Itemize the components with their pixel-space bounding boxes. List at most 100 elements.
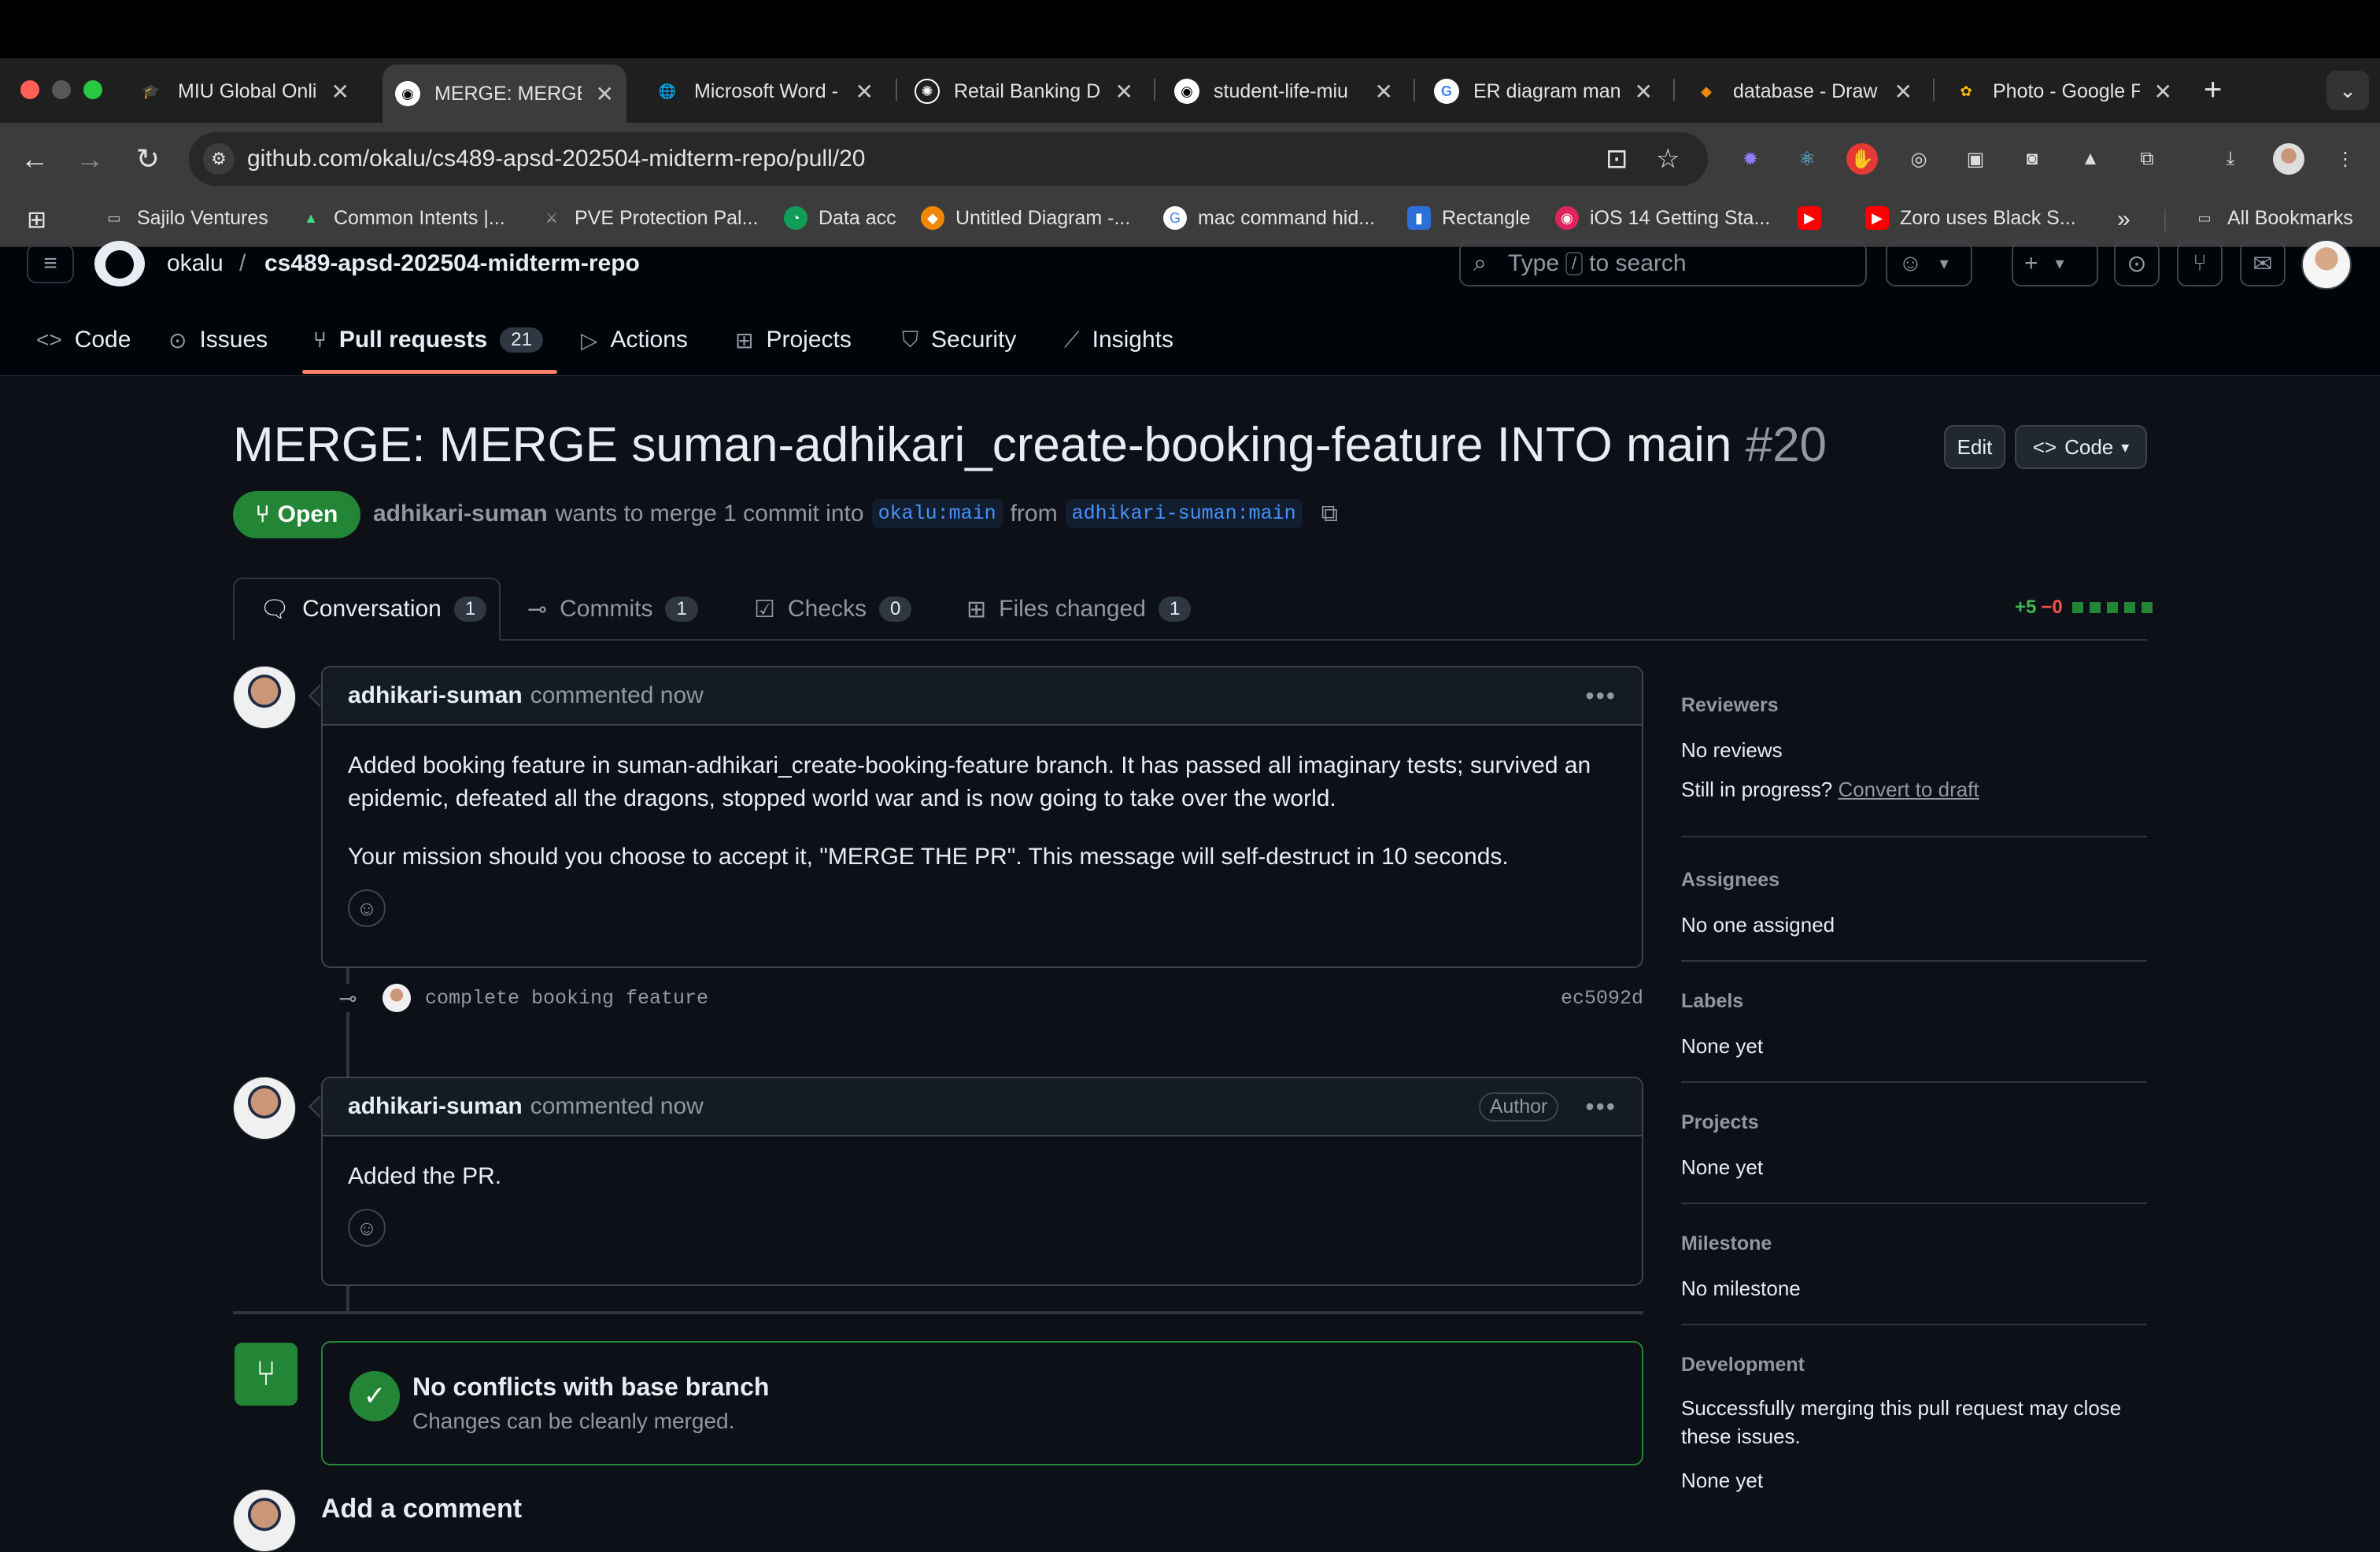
extension-target-icon[interactable]: ◎ <box>1903 143 1935 175</box>
user-avatar[interactable] <box>2301 239 2352 290</box>
close-tab-icon[interactable]: ✕ <box>2154 79 2172 105</box>
profile-avatar[interactable] <box>2273 143 2304 175</box>
github-search-input[interactable]: ⌕ Type / to search <box>1459 241 1867 286</box>
bookmark-item[interactable]: ⚔ PVE Protection Pal... <box>540 206 759 230</box>
download-icon[interactable]: ⤓ <box>2215 143 2246 175</box>
copy-icon[interactable]: ⧉ <box>1321 501 1338 527</box>
add-reaction-icon[interactable]: ☺ <box>348 1209 386 1247</box>
base-branch-link[interactable]: okalu:main <box>871 499 1003 528</box>
hamburger-menu-icon[interactable]: ≡ <box>27 244 74 283</box>
avatar[interactable] <box>233 666 296 729</box>
browser-tab[interactable]: ◉ student-life-miu ✕ <box>1162 69 1406 113</box>
add-reaction-icon[interactable]: ☺ <box>348 889 386 927</box>
create-new-button[interactable]: + ▾ <box>2012 241 2098 286</box>
bookmark-item[interactable]: ▭ Sajilo Ventures <box>102 206 268 230</box>
bookmark-item[interactable]: ▲ Common Intents |... <box>299 206 505 230</box>
browser-tab[interactable]: ◆ database - Draw ✕ <box>1681 69 1925 113</box>
all-bookmarks[interactable]: ▭ All Bookmarks <box>2193 206 2352 230</box>
close-tab-icon[interactable]: ✕ <box>856 79 874 105</box>
tab-commits[interactable]: ⊸ Commits 1 <box>527 578 698 641</box>
comment-author-link[interactable]: adhikari-suman <box>348 682 523 709</box>
close-window-button[interactable] <box>20 80 39 99</box>
comment-author-link[interactable]: adhikari-suman <box>348 1093 523 1120</box>
browser-tab[interactable]: 🎓 MIU Global Onlin ✕ <box>126 69 362 113</box>
extension-glasses-icon[interactable]: ◙ <box>2016 143 2048 175</box>
avatar[interactable] <box>233 1489 296 1552</box>
browser-tab[interactable]: ✺ Retail Banking D ✕ <box>902 69 1146 113</box>
bookmark-item[interactable]: ◉ iOS 14 Getting Sta... <box>1555 206 1770 230</box>
repo-owner-link[interactable]: okalu <box>167 250 224 277</box>
commit-message-link[interactable]: complete booking feature <box>425 987 708 1010</box>
inbox-icon-button[interactable]: ✉ <box>2240 241 2286 286</box>
repo-tab-code[interactable]: <> Code <box>36 315 131 365</box>
browser-menu-icon[interactable]: ⋮ <box>2330 143 2361 175</box>
new-tab-button[interactable]: + <box>2204 72 2222 108</box>
tab-conversation[interactable]: 🗨 Conversation 1 <box>233 578 501 641</box>
sidebar-heading[interactable]: Milestone <box>1681 1232 2147 1255</box>
extension-window-icon[interactable]: ▣ <box>1960 143 1991 175</box>
bookmark-item[interactable]: ◔ Data acc <box>784 206 896 230</box>
extension-gear-icon[interactable]: ✹ <box>1735 143 1766 175</box>
repo-tab-insights[interactable]: ⟋ Insights <box>1064 315 1173 365</box>
install-app-icon[interactable]: ⊡ <box>1606 143 1628 175</box>
url-text[interactable]: github.com/okalu/cs489-apsd-202504-midte… <box>247 146 865 172</box>
more-options-icon[interactable]: ••• <box>1585 682 1617 711</box>
tab-checks[interactable]: ☑ Checks 0 <box>754 578 912 641</box>
copilot-button[interactable]: ☺ ▾ <box>1886 241 1972 286</box>
comment-timestamp[interactable]: commented now <box>530 1093 704 1120</box>
more-bookmarks-icon[interactable]: » <box>2117 206 2131 233</box>
tab-files-changed[interactable]: ⊞ Files changed 1 <box>966 578 1192 641</box>
extension-shield-icon[interactable]: ▲ <box>2075 143 2106 175</box>
sidebar-heading[interactable]: Development <box>1681 1354 2147 1376</box>
close-tab-icon[interactable]: ✕ <box>596 81 614 107</box>
close-tab-icon[interactable]: ✕ <box>1894 79 1913 105</box>
bookmark-item[interactable]: Gmac command hid... <box>1163 206 1375 230</box>
convert-to-draft-link[interactable]: Convert to draft <box>1838 778 1979 801</box>
bookmark-item[interactable]: ▶ <box>1798 206 1821 230</box>
github-logo-icon[interactable] <box>94 241 145 286</box>
browser-tab-active[interactable]: ◉ MERGE: MERGE ✕ <box>382 65 626 123</box>
close-tab-icon[interactable]: ✕ <box>331 79 349 105</box>
diff-stat[interactable]: +5 −0 <box>2015 597 2154 619</box>
tab-search-button[interactable]: ⌄ <box>2326 71 2369 110</box>
pr-author-link[interactable]: adhikari-suman <box>373 501 548 527</box>
reload-button[interactable]: ↻ <box>128 139 168 179</box>
head-branch-link[interactable]: adhikari-suman:main <box>1065 499 1303 528</box>
extensions-puzzle-icon[interactable]: ⧉ <box>2131 143 2163 175</box>
commit-sha-link[interactable]: ec5092d <box>1561 987 1643 1010</box>
bookmark-star-icon[interactable]: ☆ <box>1656 143 1680 175</box>
bookmark-item[interactable]: ◆ Untitled Diagram -... <box>921 206 1130 230</box>
repo-tab-projects[interactable]: ⊞ Projects <box>735 315 852 365</box>
address-bar[interactable]: ⚙ github.com/okalu/cs489-apsd-202504-mid… <box>189 132 1708 186</box>
sidebar-heading[interactable]: Reviewers <box>1681 694 2147 717</box>
apps-grid-icon[interactable]: ⊞ <box>27 206 46 234</box>
more-options-icon[interactable]: ••• <box>1585 1092 1617 1122</box>
extension-hand-icon[interactable]: ✋ <box>1846 143 1878 175</box>
repo-tab-pull-requests[interactable]: ⑂ Pull requests 21 <box>313 315 543 365</box>
comment-timestamp[interactable]: commented now <box>530 682 704 709</box>
extension-react-icon[interactable]: ⚛ <box>1791 143 1823 175</box>
issues-icon-button[interactable]: ⊙ <box>2114 241 2160 286</box>
back-button[interactable]: ← <box>14 139 55 179</box>
repo-tab-actions[interactable]: ▷ Actions <box>581 315 688 365</box>
close-tab-icon[interactable]: ✕ <box>1115 79 1133 105</box>
sidebar-heading[interactable]: Labels <box>1681 990 2147 1013</box>
close-tab-icon[interactable]: ✕ <box>1635 79 1653 105</box>
browser-tab[interactable]: ✿ Photo - Google F ✕ <box>1941 69 2185 113</box>
repo-name-link[interactable]: cs489-apsd-202504-midterm-repo <box>264 250 640 277</box>
pull-requests-icon-button[interactable]: ⑂ <box>2177 241 2223 286</box>
sidebar-heading[interactable]: Projects <box>1681 1111 2147 1134</box>
zoom-window-button[interactable] <box>83 80 102 99</box>
edit-button[interactable]: Edit <box>1944 425 2005 469</box>
avatar[interactable] <box>382 984 411 1012</box>
forward-button[interactable]: → <box>69 139 110 179</box>
avatar[interactable] <box>233 1077 296 1140</box>
bookmark-item[interactable]: ▮ Rectangle <box>1407 206 1531 230</box>
repo-tab-issues[interactable]: ⊙ Issues <box>168 315 268 365</box>
code-dropdown-button[interactable]: <> Code ▾ <box>2015 425 2147 469</box>
repo-tab-security[interactable]: ⛉ Security <box>902 315 1016 365</box>
bookmark-item[interactable]: ▶ Zoro uses Black S... <box>1865 206 2076 230</box>
sidebar-heading[interactable]: Assignees <box>1681 869 2147 892</box>
site-info-icon[interactable]: ⚙ <box>203 143 235 175</box>
browser-tab[interactable]: G ER diagram man ✕ <box>1421 69 1665 113</box>
